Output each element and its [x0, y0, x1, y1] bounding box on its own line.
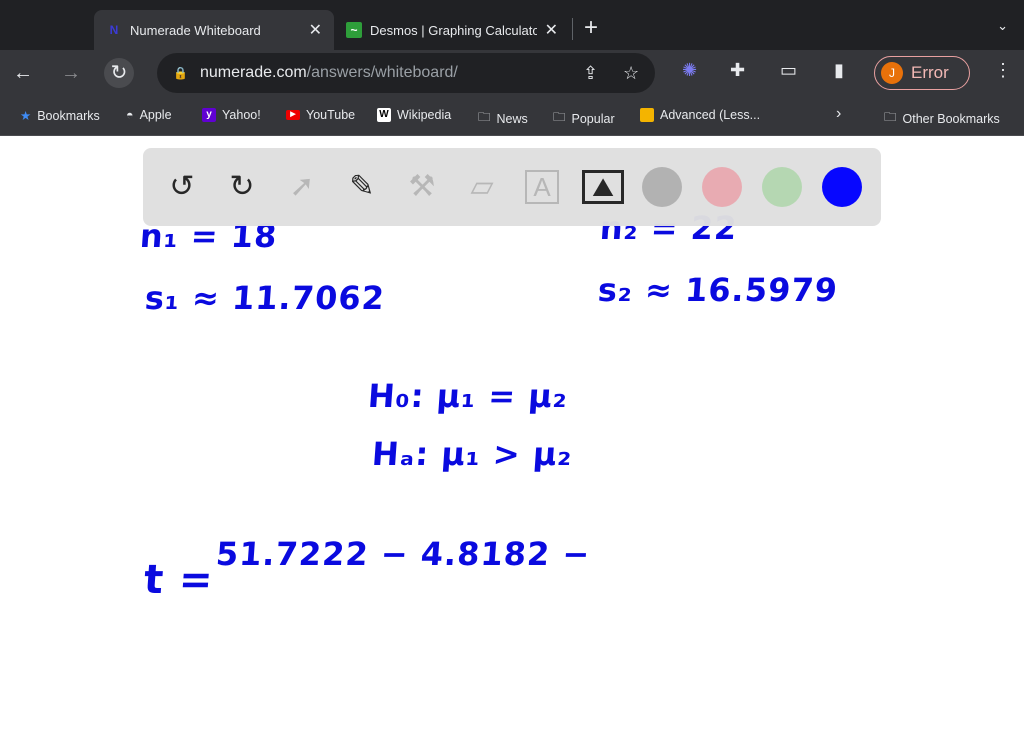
url-host: numerade.com	[199, 64, 307, 81]
menu-kebab-icon[interactable]: ⋮	[994, 60, 1012, 81]
new-tab-button[interactable]: +	[584, 14, 598, 42]
tab-bar: N Numerade Whiteboard ✕ ~ Desmos | Graph…	[0, 0, 1024, 50]
back-button[interactable]: ←	[8, 58, 38, 88]
url-path: /answers/whiteboard/	[306, 64, 458, 81]
bookmarks-bar: ★ Bookmarks ◓ Apple y Yahoo! ▶ YouTube W Wiki…	[0, 96, 1024, 136]
share-icon[interactable]: ⇪	[583, 63, 598, 84]
pen-icon[interactable]: ✎	[341, 166, 383, 208]
yahoo-icon: y	[202, 108, 216, 122]
reload-button[interactable]: ↻	[104, 58, 134, 88]
whiteboard-toolbar: ↺ ↻ ➚ ✎ ⚒ ▱ A ⛰	[143, 148, 881, 226]
folder-icon: 🗀	[478, 110, 491, 124]
forward-button[interactable]: →	[56, 58, 86, 88]
browser-toolbar: ← → ↻ 🔒 numerade.com/answers/whiteboard/…	[0, 50, 1024, 96]
youtube-icon: ▶	[286, 110, 300, 120]
note-null-hypothesis: H₀: μ₁ = μ₂	[366, 377, 570, 415]
star-icon: ★	[20, 109, 32, 123]
note-t-numerator: 51.7222 − 4.8182 −	[214, 535, 592, 573]
bookmark-news[interactable]: 🗀 News	[478, 108, 528, 129]
bookmark-apple[interactable]: ◓ Apple	[126, 108, 172, 122]
bookmark-other[interactable]: 🗀 Other Bookmarks	[884, 108, 1000, 129]
cast-icon[interactable]: ▭	[780, 60, 797, 81]
tab-divider	[572, 18, 573, 40]
more-bookmarks-chevron-icon[interactable]: ›	[836, 105, 841, 123]
tab-title: Desmos | Graphing Calculator	[370, 22, 537, 38]
note-alt-hypothesis: Hₐ: μ₁ > μ₂	[370, 435, 574, 473]
color-pink-swatch[interactable]	[702, 167, 742, 207]
bookmark-bookmarks[interactable]: ★ Bookmarks	[20, 108, 100, 124]
select-icon[interactable]: ➚	[281, 166, 323, 208]
color-blue-swatch[interactable]	[822, 167, 862, 207]
bookmark-star-icon[interactable]: ☆	[623, 63, 639, 84]
eraser-icon[interactable]: ▱	[461, 166, 503, 208]
bookmark-popular[interactable]: 🗀 Popular	[553, 108, 615, 129]
note-t-label: t =	[142, 557, 216, 603]
extension-gear-icon[interactable]: ✺	[682, 60, 697, 81]
profile-status: Error	[911, 63, 949, 82]
bookmark-advanced[interactable]: Advanced (Less...	[640, 108, 760, 122]
image-icon[interactable]: ⛰	[582, 170, 624, 204]
tools-icon[interactable]: ⚒	[401, 166, 443, 208]
numerade-icon: N	[109, 23, 119, 37]
extensions-puzzle-icon[interactable]: ✚	[730, 60, 745, 81]
color-green-swatch[interactable]	[762, 167, 802, 207]
profile-button[interactable]: J Error	[874, 56, 970, 90]
address-bar[interactable]: 🔒 numerade.com/answers/whiteboard/ ⇪ ☆	[157, 53, 655, 93]
tab-title: Numerade Whiteboard	[130, 22, 261, 38]
apple-icon: ◓	[126, 108, 134, 122]
undo-icon[interactable]: ↺	[161, 166, 203, 208]
avatar: J	[881, 62, 903, 84]
close-tab-icon[interactable]: ✕	[309, 20, 322, 40]
bookmark-youtube[interactable]: ▶ YouTube	[286, 108, 355, 122]
bookmark-wikipedia[interactable]: W Wikipedia	[377, 108, 451, 122]
note-s1: s₁ ≈ 11.7062	[143, 279, 387, 317]
slides-icon	[640, 108, 654, 122]
color-gray-swatch[interactable]	[642, 167, 682, 207]
tab-search-chevron-icon[interactable]: ⌄	[997, 18, 1008, 34]
text-icon[interactable]: A	[525, 170, 559, 204]
wikipedia-icon: W	[377, 108, 391, 122]
folder-icon: 🗀	[553, 110, 566, 124]
redo-icon[interactable]: ↻	[221, 166, 263, 208]
note-s2: s₂ ≈ 16.5979	[596, 271, 840, 309]
bookmark-yahoo[interactable]: y Yahoo!	[202, 108, 261, 122]
folder-icon: 🗀	[884, 110, 897, 124]
tab-numerade-whiteboard[interactable]: N Numerade Whiteboard ✕	[94, 10, 334, 50]
tab-desmos[interactable]: ~ Desmos | Graphing Calculator ✕	[334, 10, 570, 50]
side-panel-icon[interactable]: ▮	[834, 60, 844, 81]
whiteboard-canvas[interactable]: n₁ = 18 n₂ = 22 s₁ ≈ 11.7062 s₂ ≈ 16.597…	[0, 137, 1024, 742]
desmos-icon: ~	[346, 22, 362, 38]
close-tab-icon[interactable]: ✕	[545, 20, 558, 40]
lock-icon: 🔒	[173, 66, 188, 80]
